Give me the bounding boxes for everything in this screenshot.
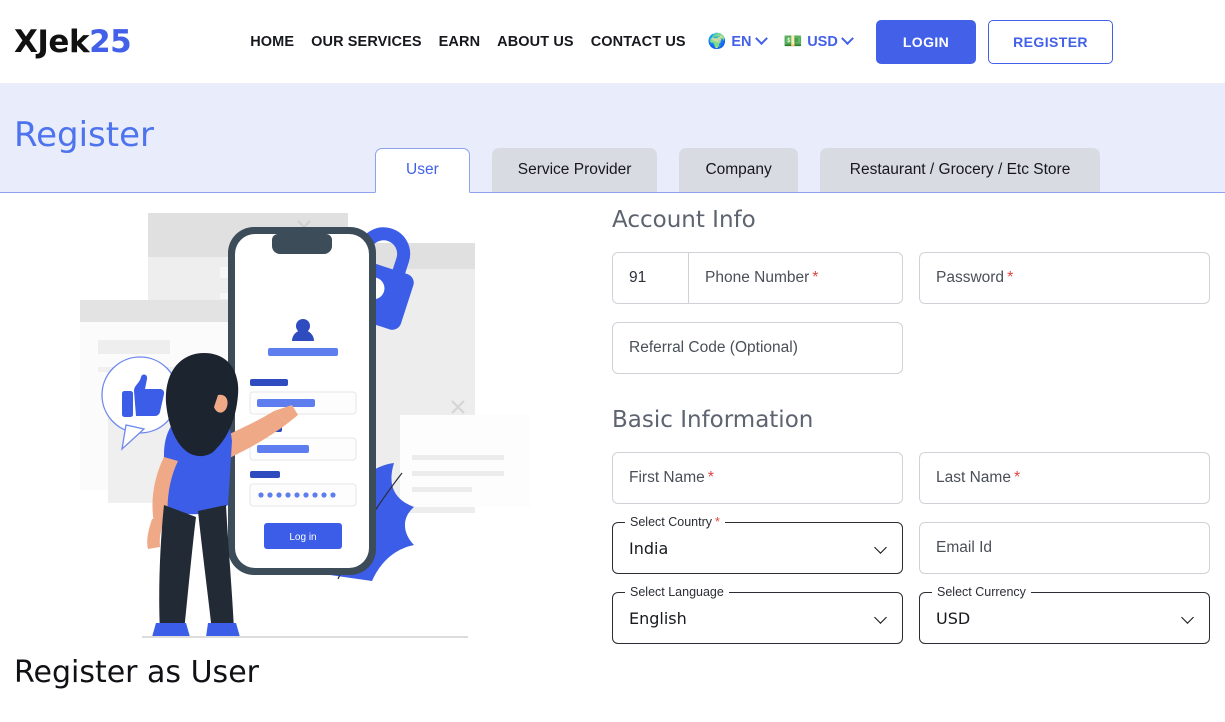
registration-form: Account Info 91 Phone Number * Password * …: [612, 193, 1225, 721]
required-marker: *: [714, 515, 720, 529]
referral-code-field[interactable]: Referral Code (Optional): [612, 322, 903, 374]
password-placeholder: Password: [936, 269, 1005, 286]
chevron-down-icon: [840, 32, 854, 46]
account-row-1: 91 Phone Number * Password *: [612, 252, 1211, 304]
nav-item-about-us[interactable]: ABOUT US: [497, 34, 574, 50]
phone-country-code: 91: [613, 253, 689, 303]
svg-text:Log in: Log in: [289, 532, 316, 543]
basic-row-1: First Name * Last Name *: [612, 452, 1211, 504]
phone-number-placeholder: Phone Number: [705, 269, 810, 286]
tab-company[interactable]: Company: [679, 147, 798, 192]
account-info-title: Account Info: [612, 207, 756, 233]
select-language-value: English: [629, 608, 687, 628]
first-name-placeholder: First Name: [629, 469, 705, 486]
main-navigation: HOME OUR SERVICES EARN ABOUT US CONTACT …: [250, 34, 685, 50]
page-content: Log in Register as User Account Info 91 …: [0, 192, 1225, 721]
logo-text-accent: 25: [89, 23, 132, 60]
required-marker: *: [1007, 269, 1014, 286]
account-row-2: Referral Code (Optional): [612, 322, 1211, 374]
register-as-heading: Register as User: [14, 655, 259, 690]
select-country-value: India: [629, 538, 669, 558]
select-country-dropdown[interactable]: Select Country * India: [612, 515, 903, 574]
tab-user[interactable]: User: [375, 147, 470, 193]
chevron-down-icon: [874, 611, 887, 624]
email-placeholder: Email Id: [936, 539, 992, 556]
page-title: Register: [14, 115, 154, 155]
select-language-dropdown[interactable]: Select Language English: [612, 585, 903, 644]
currency-selector-label: USD: [807, 33, 838, 50]
basic-row-2: Select Country * India Email Id: [612, 515, 1211, 574]
site-header: XJek25 HOME OUR SERVICES EARN ABOUT US C…: [0, 0, 1225, 84]
required-marker: *: [812, 269, 819, 286]
language-selector[interactable]: 🌍 EN: [707, 32, 768, 50]
referral-code-placeholder: Referral Code (Optional): [629, 339, 798, 356]
select-currency-value: USD: [936, 608, 971, 628]
basic-row-3: Select Language English Select Currency …: [612, 585, 1211, 644]
last-name-field[interactable]: Last Name *: [919, 452, 1210, 504]
last-name-placeholder: Last Name: [936, 469, 1011, 486]
nav-item-contact-us[interactable]: CONTACT US: [591, 34, 686, 50]
globe-icon: 🌍: [707, 33, 727, 50]
register-type-tabs: User Service Provider Company Restaurant…: [375, 147, 1101, 193]
nav-item-our-services[interactable]: OUR SERVICES: [311, 34, 422, 50]
page-banner: Register User Service Provider Company R…: [0, 84, 1225, 193]
chevron-down-icon: [1181, 611, 1194, 624]
nav-item-home[interactable]: HOME: [250, 34, 294, 50]
register-button[interactable]: REGISTER: [988, 19, 1113, 64]
language-selector-label: EN: [731, 33, 752, 50]
password-field[interactable]: Password *: [919, 252, 1210, 304]
tab-service-provider[interactable]: Service Provider: [491, 147, 658, 192]
left-pane: Log in Register as User: [0, 193, 612, 721]
email-field[interactable]: Email Id: [919, 522, 1210, 574]
header-selectors: 🌍 EN 💵 USD: [707, 32, 854, 50]
chevron-down-icon: [874, 541, 887, 554]
basic-information-title: Basic Information: [612, 407, 814, 433]
auth-buttons: LOGIN REGISTER: [875, 19, 1113, 64]
login-button[interactable]: LOGIN: [875, 19, 977, 64]
select-country-label: Select Country *: [625, 515, 725, 529]
required-marker: *: [707, 469, 715, 486]
currency-selector[interactable]: 💵 USD: [783, 32, 854, 50]
select-country-label-text: Select Country: [630, 515, 712, 529]
select-currency-label: Select Currency: [932, 585, 1031, 599]
chevron-down-icon: [754, 32, 768, 46]
select-language-label: Select Language: [625, 585, 729, 599]
tab-restaurant-grocery-store[interactable]: Restaurant / Grocery / Etc Store: [819, 147, 1101, 192]
first-name-field[interactable]: First Name *: [612, 452, 903, 504]
select-currency-dropdown[interactable]: Select Currency USD: [919, 585, 1210, 644]
phone-number-field[interactable]: 91 Phone Number *: [612, 252, 903, 304]
required-marker: *: [1013, 469, 1021, 486]
site-logo[interactable]: XJek25: [14, 23, 132, 60]
register-illustration: Log in: [60, 205, 530, 645]
nav-item-earn[interactable]: EARN: [439, 34, 481, 50]
phone-number-input[interactable]: Phone Number *: [689, 253, 902, 303]
money-icon: 💵: [783, 33, 803, 50]
logo-text-main: XJek: [14, 23, 90, 60]
